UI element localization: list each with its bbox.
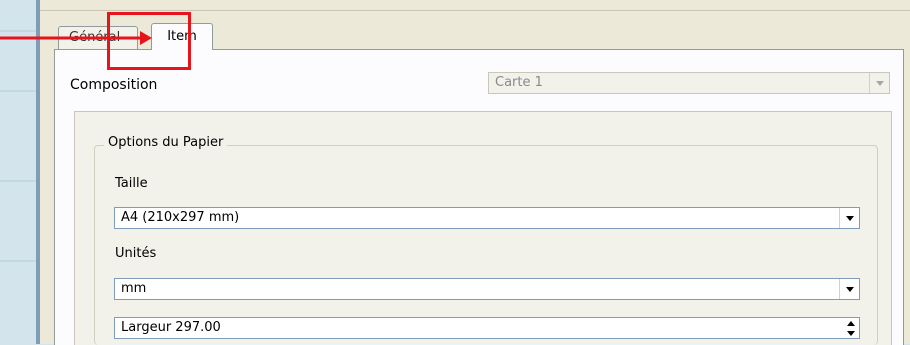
- units-value: mm: [121, 281, 147, 296]
- spin-arrows-icon[interactable]: [843, 318, 859, 338]
- size-select[interactable]: A4 (210x297 mm): [114, 207, 860, 229]
- size-label: Taille: [115, 176, 148, 191]
- units-label: Unités: [115, 246, 157, 261]
- composition-value: Carte 1: [495, 75, 543, 90]
- composition-select[interactable]: Carte 1: [488, 72, 890, 94]
- width-spinbox[interactable]: Largeur 297.00: [114, 317, 860, 339]
- panel-divider: [40, 10, 910, 11]
- composition-label: Composition: [70, 77, 158, 93]
- paper-options-group: [94, 145, 878, 345]
- chevron-down-icon[interactable]: [839, 279, 859, 299]
- paper-options-title: Options du Papier: [104, 135, 228, 150]
- units-select[interactable]: mm: [114, 278, 860, 300]
- size-value: A4 (210x297 mm): [121, 210, 240, 225]
- annotation-arrow-icon: [0, 31, 152, 45]
- chevron-down-icon[interactable]: [839, 208, 859, 228]
- width-value: Largeur 297.00: [121, 320, 221, 335]
- chevron-down-icon[interactable]: [869, 73, 889, 93]
